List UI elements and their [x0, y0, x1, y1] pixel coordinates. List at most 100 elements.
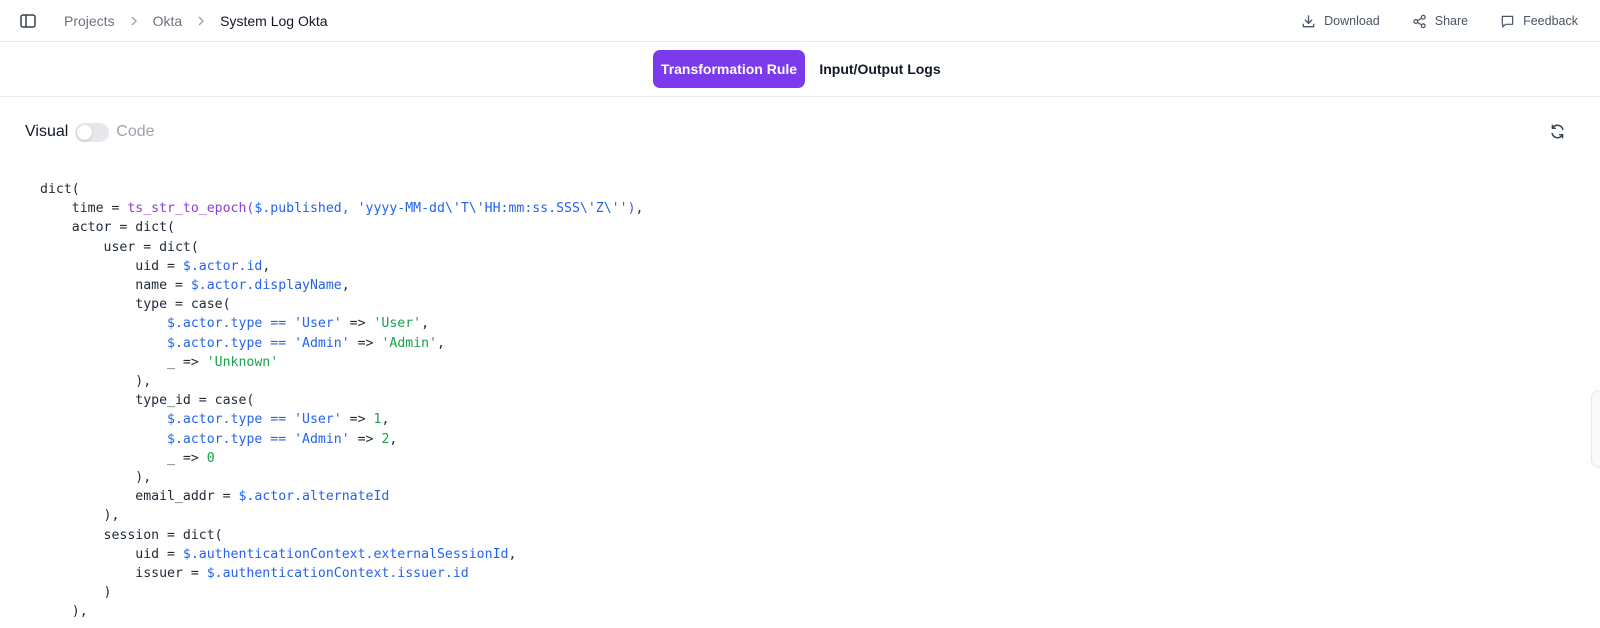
code-token: $.published, 'yyyy-MM-dd\'T\'HH:mm:ss.SS… — [254, 201, 628, 217]
code-editor[interactable]: dict( time = ts_str_to_epoch($.published… — [40, 180, 643, 622]
breadcrumb-projects[interactable]: Projects — [64, 13, 115, 29]
code-line: $.actor.type == 'Admin' => 2, — [40, 430, 643, 449]
tab-transformation-rule[interactable]: Transformation Rule — [653, 50, 805, 88]
code-token: $.authenticationContext.externalSessionI… — [182, 546, 509, 562]
code-line: type = case( — [40, 295, 643, 314]
refresh-icon[interactable] — [1549, 123, 1566, 140]
code-line: ) — [40, 583, 643, 602]
share-label: Share — [1434, 14, 1469, 28]
code-token: _ => — [40, 354, 207, 370]
code-line: email_addr = $.actor.alternateId — [40, 487, 643, 506]
code-token: ), — [40, 508, 120, 524]
code-token: => — [349, 431, 382, 447]
code-line: issuer = $.authenticationContext.issuer.… — [40, 564, 643, 583]
code-token: ts_str_to_epoch( — [127, 201, 255, 217]
code-token: ) — [40, 585, 112, 601]
code-token: , — [635, 201, 644, 217]
header-actions: Download Share Feedback — [1301, 0, 1578, 42]
code-token: => — [341, 412, 374, 428]
code-token: ) — [627, 201, 636, 217]
code-line: type_id = case( — [40, 391, 643, 410]
side-panel-handle[interactable] — [1591, 390, 1600, 468]
visual-code-toggle[interactable] — [75, 122, 110, 142]
feedback-label: Feedback — [1523, 14, 1578, 28]
code-token: actor = dict( — [40, 220, 175, 236]
code-token: => — [349, 335, 382, 351]
code-line: dict( — [40, 180, 643, 199]
download-icon — [1302, 14, 1315, 27]
chevron-right-icon — [196, 16, 206, 26]
code-token: ), — [40, 604, 88, 620]
toggle-knob — [77, 124, 93, 140]
code-token: issuer = — [40, 566, 207, 582]
code-token: $.actor.id — [182, 258, 263, 274]
code-line: _ => 'Unknown' — [40, 353, 643, 372]
code-line: $.actor.type == 'User' => 1, — [40, 410, 643, 429]
share-icon — [1413, 14, 1426, 28]
view-mode-switch: Visual Code — [25, 117, 155, 147]
code-token: _ => — [40, 450, 207, 466]
code-token: $.actor.type == 'User' — [167, 316, 342, 332]
code-line: actor = dict( — [40, 218, 643, 237]
code-token: type_id = case( — [40, 393, 255, 409]
breadcrumb-current: System Log Okta — [220, 13, 328, 29]
code-token: uid = — [40, 258, 183, 274]
code-token: , — [381, 412, 390, 428]
code-line: _ => 0 — [40, 449, 643, 468]
code-token: , — [421, 316, 430, 332]
download-label: Download — [1324, 14, 1380, 28]
feedback-button[interactable]: Feedback — [1500, 14, 1578, 29]
code-token: email_addr = — [40, 489, 239, 505]
breadcrumb-okta[interactable]: Okta — [153, 13, 183, 29]
code-token: ), — [40, 374, 152, 390]
tab-input-output-logs[interactable]: Input/Output Logs — [815, 50, 945, 88]
code-token: 0 — [206, 450, 215, 466]
download-button[interactable]: Download — [1301, 14, 1380, 29]
code-label: Code — [116, 123, 155, 140]
top-bar: Projects Okta System Log Okta Download S… — [0, 0, 1600, 42]
code-token: $.authenticationContext.issuer.id — [206, 566, 469, 582]
code-line: ), — [40, 468, 643, 487]
code-token: $.actor.type == 'User' — [167, 412, 342, 428]
code-token: $.actor.displayName — [190, 278, 342, 294]
code-token: ), — [40, 470, 152, 486]
code-token: time = — [40, 201, 128, 217]
sidebar-toggle-icon[interactable] — [18, 11, 38, 31]
code-line: ), — [40, 506, 643, 525]
code-token: 'Admin' — [381, 335, 438, 351]
code-line: session = dict( — [40, 526, 643, 545]
code-line: user = dict( — [40, 238, 643, 257]
visual-label: Visual — [25, 123, 69, 140]
code-token: type = case( — [40, 297, 231, 313]
code-line: ), — [40, 372, 643, 391]
code-line: $.actor.type == 'User' => 'User', — [40, 314, 643, 333]
code-token: , — [437, 335, 445, 351]
code-line: name = $.actor.displayName, — [40, 276, 643, 295]
code-token: uid = — [40, 546, 183, 562]
code-token: session = dict( — [40, 527, 223, 543]
code-token: $.actor.alternateId — [238, 489, 390, 505]
code-line: uid = $.actor.id, — [40, 257, 643, 276]
code-token: => — [341, 316, 374, 332]
code-token: $.actor.type == 'Admin' — [167, 431, 350, 447]
code-token: , — [508, 546, 517, 562]
code-token: 'Unknown' — [206, 354, 279, 370]
code-token: , — [341, 278, 350, 294]
code-line: ), — [40, 602, 643, 621]
code-token: dict( — [40, 182, 80, 197]
code-token: 'User' — [373, 316, 422, 332]
chevron-right-icon — [129, 16, 139, 26]
code-line: time = ts_str_to_epoch($.published, 'yyy… — [40, 199, 644, 218]
breadcrumb: Projects Okta System Log Okta — [64, 0, 328, 42]
code-token: , — [262, 258, 271, 274]
code-token: user = dict( — [40, 239, 199, 255]
feedback-icon — [1501, 15, 1514, 28]
code-line: uid = $.authenticationContext.externalSe… — [40, 545, 643, 564]
code-token: name = — [40, 278, 191, 294]
share-button[interactable]: Share — [1412, 14, 1468, 29]
tabs-bar: Transformation Rule Input/Output Logs — [0, 42, 1600, 97]
